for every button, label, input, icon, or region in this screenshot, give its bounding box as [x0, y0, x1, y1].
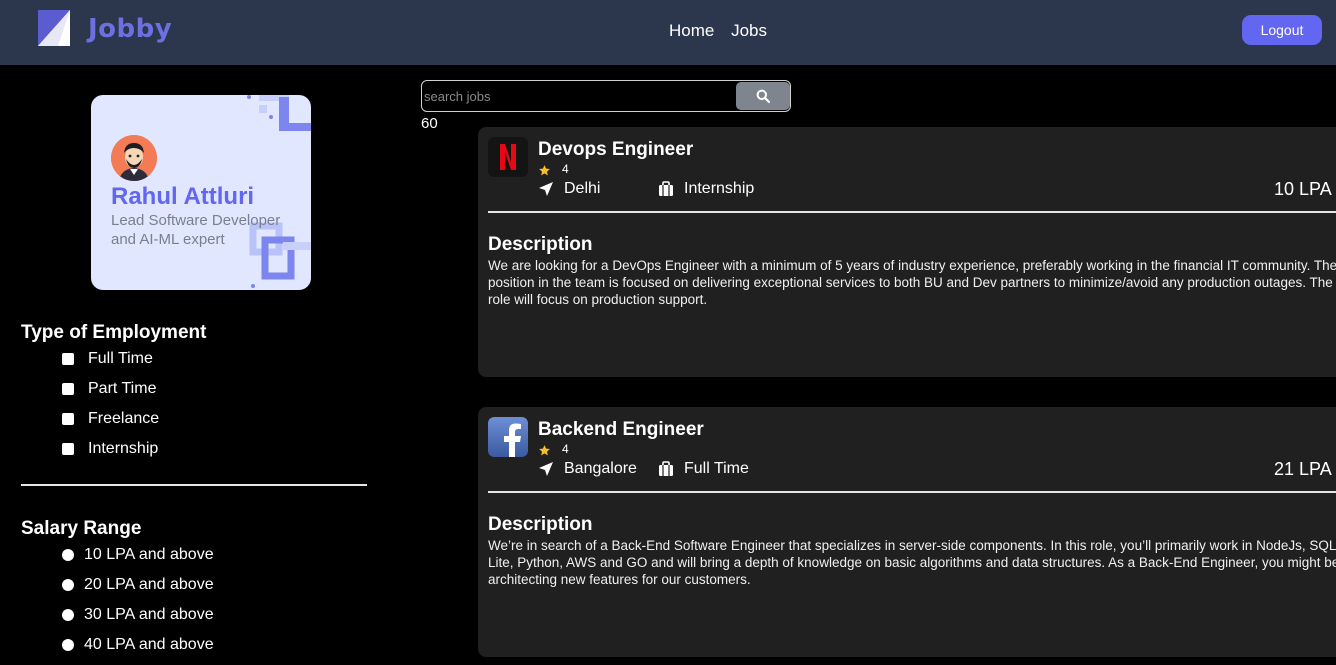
option-label[interactable]: 10 LPA and above	[84, 546, 214, 564]
briefcase-icon	[659, 181, 673, 196]
job-card[interactable]: Backend Engineer 4 Bangalore Full Time 2…	[478, 407, 1336, 657]
checkbox[interactable]	[62, 413, 74, 425]
radio-button[interactable]	[62, 639, 74, 651]
profile-name: Rahul Attluri	[111, 183, 255, 210]
option-label[interactable]: Freelance	[88, 410, 159, 428]
search-button[interactable]	[736, 82, 790, 110]
search-icon	[756, 89, 770, 103]
card-divider	[488, 491, 1336, 493]
radio-button[interactable]	[62, 609, 74, 621]
option-label[interactable]: Part Time	[88, 380, 156, 398]
location-icon	[539, 182, 553, 196]
employment-option-full-time[interactable]: Full Time	[62, 348, 153, 370]
filter-divider	[21, 484, 367, 486]
job-type: Full Time	[658, 460, 749, 478]
salary-option-10[interactable]: 10 LPA and above	[62, 544, 214, 566]
option-label[interactable]: 40 LPA and above	[84, 636, 214, 654]
job-package: 21 LPA	[1274, 459, 1332, 479]
radio-button[interactable]	[62, 549, 74, 561]
nav-home-link[interactable]: Home	[669, 21, 714, 40]
job-type: Internship	[658, 180, 754, 198]
star-icon	[539, 165, 550, 176]
salary-option-40[interactable]: 40 LPA and above	[62, 634, 214, 656]
location-label: Delhi	[564, 180, 601, 197]
checkbox[interactable]	[62, 443, 74, 455]
checkbox[interactable]	[62, 353, 74, 365]
profile-card: Rahul Attluri Lead Software Developer an…	[91, 95, 311, 290]
logout-button[interactable]: Logout	[1242, 15, 1322, 45]
top-navbar: Jobby Home Jobs Logout	[0, 0, 1336, 65]
employment-filter-title: Type of Employment	[21, 322, 207, 343]
job-description: We’re in search of a Back-End Software E…	[488, 538, 1336, 587]
option-label[interactable]: 30 LPA and above	[84, 606, 214, 624]
profile-bio: Lead Software Developer and AI-ML expert	[111, 212, 281, 248]
job-description: We are looking for a DevOps Engineer wit…	[488, 258, 1336, 307]
description-title: Description	[488, 514, 593, 535]
job-rating: 4	[562, 442, 569, 456]
employment-type-label: Full Time	[684, 460, 749, 477]
netflix-logo-icon	[488, 137, 528, 177]
job-package: 10 LPA	[1274, 179, 1332, 199]
avatar	[111, 135, 157, 181]
employment-option-internship[interactable]: Internship	[62, 438, 158, 460]
search-input[interactable]	[422, 81, 736, 111]
jobby-logo-icon[interactable]	[38, 10, 70, 46]
job-location: Bangalore	[538, 460, 637, 478]
job-location: Delhi	[538, 180, 600, 198]
job-rating: 4	[562, 162, 569, 176]
main-nav: Home Jobs	[669, 21, 779, 41]
location-label: Bangalore	[564, 460, 637, 477]
radio-button[interactable]	[62, 579, 74, 591]
job-title: Backend Engineer	[538, 419, 704, 440]
search-bar	[421, 80, 791, 112]
nav-jobs-link[interactable]: Jobs	[731, 21, 767, 40]
salary-option-20[interactable]: 20 LPA and above	[62, 574, 214, 596]
option-label[interactable]: 20 LPA and above	[84, 576, 214, 594]
checkbox[interactable]	[62, 383, 74, 395]
employment-type-label: Internship	[684, 180, 755, 197]
option-label[interactable]: Internship	[88, 440, 158, 458]
job-card[interactable]: Devops Engineer 4 Delhi Internship 10 LP…	[478, 127, 1336, 377]
brand-name[interactable]: Jobby	[88, 14, 172, 44]
option-label[interactable]: Full Time	[88, 350, 153, 368]
salary-option-30[interactable]: 30 LPA and above	[62, 604, 214, 626]
description-title: Description	[488, 234, 593, 255]
employment-option-freelance[interactable]: Freelance	[62, 408, 159, 430]
location-icon	[539, 462, 553, 476]
employment-option-part-time[interactable]: Part Time	[62, 378, 156, 400]
star-icon	[539, 445, 550, 456]
job-title: Devops Engineer	[538, 139, 694, 160]
facebook-logo-icon	[488, 417, 528, 457]
results-count: 60	[421, 115, 438, 132]
salary-filter-title: Salary Range	[21, 518, 142, 539]
decorative-pattern-icon	[247, 95, 311, 131]
card-divider	[488, 211, 1336, 213]
briefcase-icon	[659, 461, 673, 476]
